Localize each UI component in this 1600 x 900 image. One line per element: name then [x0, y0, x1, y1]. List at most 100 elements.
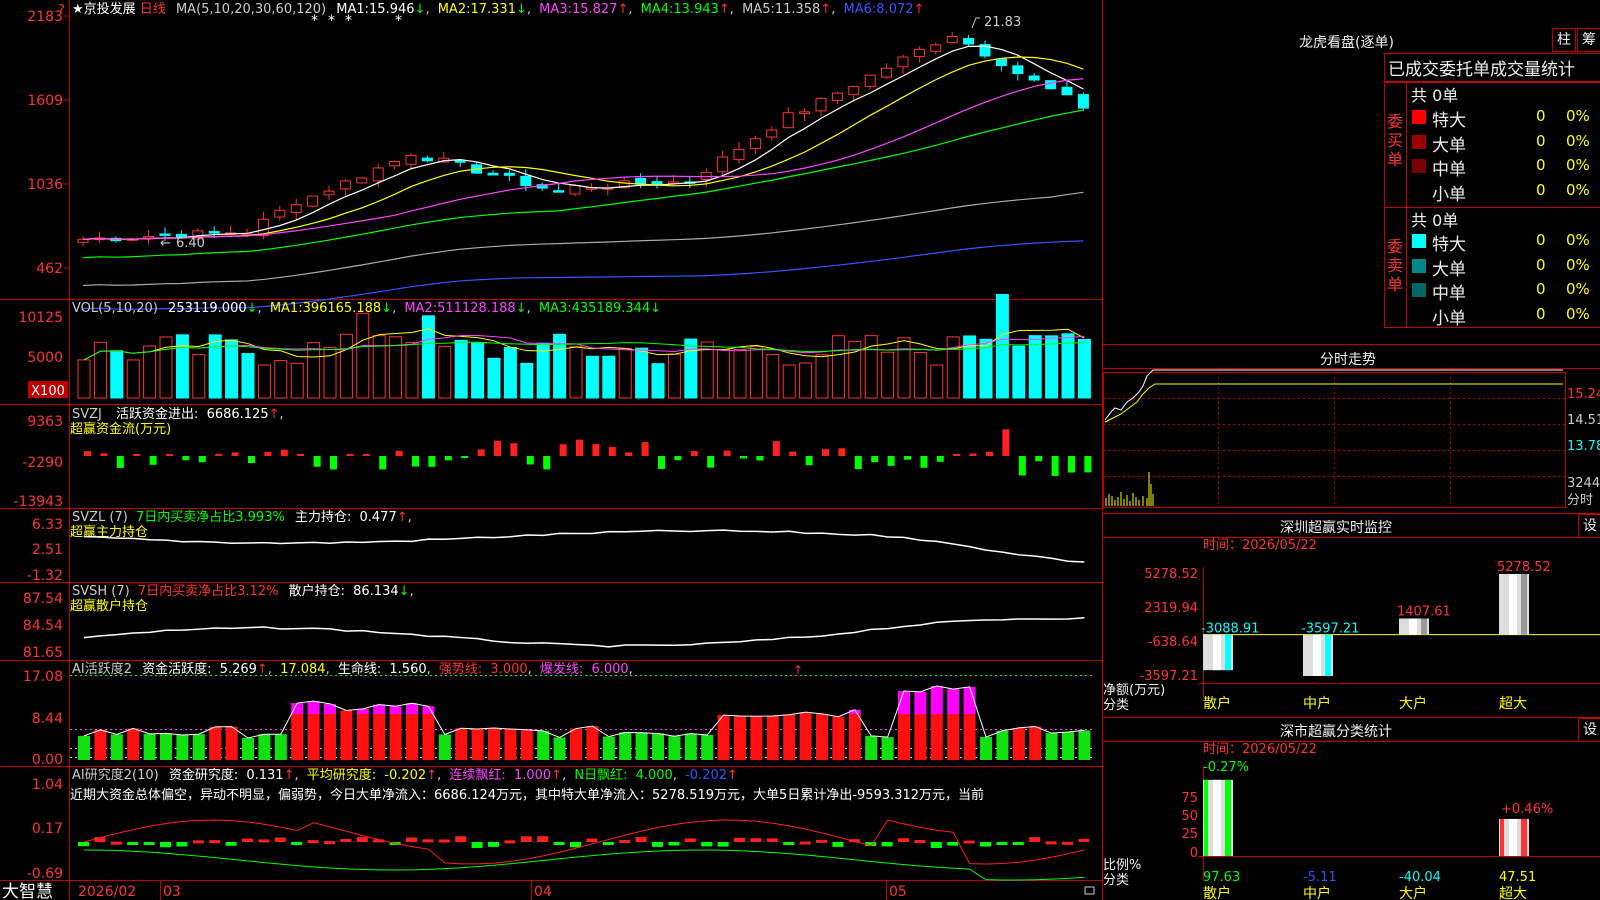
- volume-bar: [733, 349, 747, 399]
- ai-research-bar: [734, 837, 745, 842]
- volume-bar: [438, 345, 452, 399]
- ai-research-lines: [83, 819, 1085, 881]
- volume-bar: [684, 338, 698, 399]
- volume-bar: [667, 353, 681, 399]
- svg-text:13.78: 13.78: [1567, 439, 1600, 454]
- ai-active-bar: [602, 736, 615, 760]
- svzj-bar: [904, 456, 911, 460]
- ai-active-bar: [980, 737, 992, 760]
- svzj-bar: [461, 456, 469, 458]
- volume-bar: [241, 353, 255, 399]
- svzj-value: 6686.125: [207, 407, 269, 422]
- candle-body: [274, 209, 286, 218]
- ai-research-bar: [110, 841, 122, 845]
- ai-research-bar: [816, 839, 827, 843]
- ma-lines: [82, 45, 1084, 310]
- ai-active-bar: [652, 733, 664, 760]
- svsh-value: 86.134: [353, 584, 399, 599]
- ai-research-bar: [799, 841, 811, 845]
- svzj-bar: [494, 440, 501, 456]
- ai-research-bar: [192, 840, 204, 844]
- sz-monitor-chart[interactable]: 时间：2026/05/22 5278.52 2319.94 -638.64 -3…: [1103, 537, 1600, 717]
- svzj-subtitle: 超赢资金流(万元): [70, 421, 171, 437]
- sz-class-value-label: 47.51: [1499, 870, 1536, 885]
- svg-text:0.17: 0.17: [32, 821, 63, 837]
- ai-active-bar: [127, 728, 140, 760]
- ai-research-bar: [537, 836, 549, 842]
- ai-active-bar: [553, 737, 566, 760]
- ai-research-bar: [553, 842, 565, 845]
- svg-text:50: 50: [1181, 809, 1198, 824]
- svzj-bar: [690, 451, 698, 456]
- svzj-bar: [133, 454, 141, 456]
- ai-research-bar: [340, 838, 352, 842]
- ai-active-up-marker: ↑: [793, 663, 803, 677]
- ai-active-bar: [471, 728, 484, 760]
- sz-monitor-settings-button[interactable]: 设: [1578, 514, 1600, 538]
- svzj-bar: [330, 456, 337, 470]
- svg-text:-0.69: -0.69: [27, 866, 63, 882]
- volume-bar: [126, 359, 140, 399]
- ai-active-bar: [1045, 733, 1058, 760]
- candle-body: [339, 180, 351, 190]
- volume-bar: [651, 363, 665, 399]
- sz-class-settings-button[interactable]: 设: [1578, 718, 1600, 742]
- volume-bar: [307, 342, 321, 399]
- order-pct: 0%: [1566, 131, 1590, 150]
- volume-bar: [618, 348, 632, 399]
- sell-total: 共 0单: [1411, 211, 1459, 230]
- volume-bar: [1077, 338, 1091, 399]
- ai-active-bar: [1078, 730, 1091, 760]
- ai-active-bar: [783, 714, 796, 760]
- svzj-bar: [953, 454, 961, 456]
- ai-active-bar: [750, 716, 763, 760]
- volume-bar: [339, 333, 353, 399]
- stock-name: ★京投发展: [72, 1, 136, 17]
- ai-active-bar: [1012, 727, 1025, 760]
- ai-active-bar: [94, 729, 107, 760]
- bar-mode-button[interactable]: 柱: [1552, 28, 1576, 52]
- candle-body: [356, 177, 368, 184]
- ai-active-bar: [1029, 726, 1042, 760]
- order-pct: 0%: [1566, 180, 1590, 199]
- svzj-bar: [723, 450, 731, 456]
- ai-research-green-line: [83, 849, 1085, 881]
- candle-body: [1061, 86, 1073, 96]
- candlestick-series[interactable]: [77, 32, 1089, 247]
- svzj-bar: [1051, 456, 1059, 476]
- order-type: 中单: [1432, 284, 1466, 304]
- ai-active-bar: [406, 714, 418, 760]
- svg-text:2319.94: 2319.94: [1144, 601, 1198, 616]
- svzj-bar: [280, 449, 288, 456]
- order-type: 大单: [1432, 259, 1466, 280]
- svzj-y-axis: 9363 -2290 -13943: [13, 414, 63, 510]
- sz-class-chart[interactable]: 时间：2026/05/22 75 50 25 0 97.63散户 -5.11中户 -…: [1103, 741, 1600, 900]
- ai-research-bar: [242, 838, 253, 842]
- ai-research-value: 0.131: [246, 768, 283, 783]
- intraday-chart[interactable]: 15.24 14.51 13.78 32442 分时: [1103, 368, 1600, 513]
- svzj-bar: [116, 456, 124, 468]
- ai-research-bar: [422, 839, 434, 843]
- svzj-bar: [625, 452, 633, 456]
- volume-bar: [585, 355, 599, 399]
- volume-bar: [602, 355, 616, 399]
- ai-research-bar: [701, 842, 713, 847]
- volume-bar: [864, 335, 878, 399]
- ai-research-bar: [1045, 841, 1057, 845]
- sz-class-category: 散户: [1203, 885, 1231, 900]
- ma-params: MA(5,10,20,30,60,120): [176, 2, 326, 17]
- lock-icon[interactable]: [1084, 886, 1095, 895]
- ai-active-bar: [192, 734, 205, 760]
- candle-body: [766, 129, 778, 138]
- volume-bar: [356, 312, 370, 399]
- volume-bar: [749, 346, 763, 399]
- volume-bar: [143, 345, 157, 399]
- svzj-bar: [264, 451, 272, 456]
- volume-bar: [192, 354, 206, 399]
- order-pct: 0%: [1566, 280, 1590, 298]
- order-row: 特大 0 0%: [1408, 106, 1600, 131]
- chip-mode-button[interactable]: 筹: [1577, 28, 1600, 52]
- sz-class-time: 时间：2026/05/22: [1203, 742, 1317, 757]
- order-count: 0: [1536, 304, 1546, 323]
- vol-value: 253119.000: [168, 301, 247, 316]
